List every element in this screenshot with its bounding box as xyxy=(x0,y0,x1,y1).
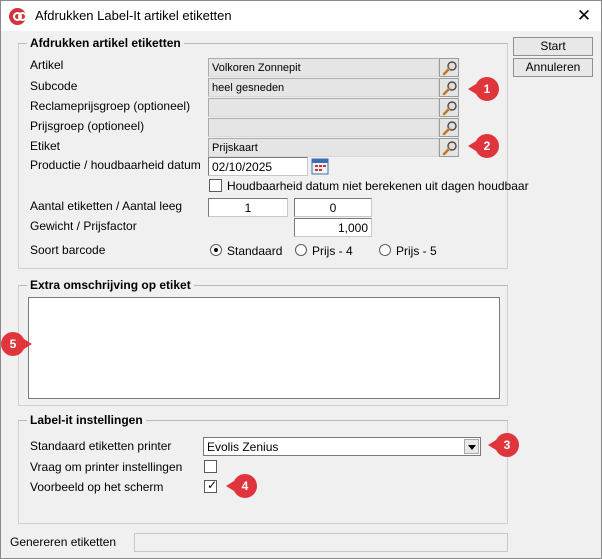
start-button[interactable]: Start xyxy=(513,37,593,56)
magnifier-icon xyxy=(442,101,457,116)
barcode-option-label: Prijs - 4 xyxy=(312,244,353,258)
subcode-label: Subcode xyxy=(30,79,78,93)
printer-select[interactable]: Evolis Zenius xyxy=(203,437,481,456)
printer-select-value: Evolis Zenius xyxy=(207,440,279,454)
houdbaarheid-checkbox-label: Houdbaarheid datum niet berekenen uit da… xyxy=(227,179,529,193)
callout-badge: 1 xyxy=(468,77,499,101)
calendar-icon xyxy=(311,158,329,175)
vraag-printer-checkbox[interactable] xyxy=(204,460,217,473)
productie-label: Productie / houdbaarheid datum xyxy=(30,158,201,172)
callout-badge: 5 xyxy=(1,332,32,356)
dialog-window: Afdrukken Label-It artikel etiketten ✕ S… xyxy=(0,0,602,559)
houdbaarheid-checkbox[interactable] xyxy=(209,179,222,192)
aantal-etiketten-input[interactable]: 1 xyxy=(208,198,288,217)
artikel-label: Artikel xyxy=(30,58,64,72)
subcode-lookup-button[interactable] xyxy=(439,78,459,97)
voorbeeld-checkbox[interactable]: ✓ xyxy=(204,478,218,493)
callout-badge: 3 xyxy=(488,433,519,457)
voorbeeld-label: Voorbeeld op het scherm xyxy=(30,480,164,494)
prijsgroep-field[interactable] xyxy=(208,118,439,137)
callout-badge: 4 xyxy=(226,474,257,498)
etiket-label: Etiket xyxy=(30,139,61,153)
aantal-leeg-input[interactable]: 0 xyxy=(294,198,372,217)
magnifier-icon xyxy=(442,81,457,96)
barcode-option-label: Prijs - 5 xyxy=(396,244,437,258)
etiket-lookup-button[interactable] xyxy=(439,138,459,157)
callout-badge: 2 xyxy=(468,134,499,158)
printer-label: Standaard etiketten printer xyxy=(30,439,172,453)
extra-description-group-title: Extra omschrijving op etiket xyxy=(27,278,194,292)
app-logo-icon xyxy=(9,8,27,25)
chevron-down-icon xyxy=(464,439,479,454)
aantal-label: Aantal etiketten / Aantal leeg xyxy=(30,199,183,213)
barcode-option-label: Standaard xyxy=(227,244,283,258)
reclame-label: Reclameprijsgroep (optioneel) xyxy=(30,99,191,113)
print-labels-group-title: Afdrukken artikel etiketten xyxy=(27,36,184,50)
label-it-settings-group-title: Label-it instellingen xyxy=(27,413,146,427)
title-bar: Afdrukken Label-It artikel etiketten ✕ xyxy=(1,1,601,31)
close-button[interactable]: ✕ xyxy=(569,4,599,28)
magnifier-icon xyxy=(442,141,457,156)
magnifier-icon xyxy=(442,121,457,136)
cancel-button[interactable]: Annuleren xyxy=(513,58,593,77)
subcode-field[interactable]: heel gesneden xyxy=(208,78,439,97)
prijsgroep-label: Prijsgroep (optioneel) xyxy=(30,119,145,133)
window-title: Afdrukken Label-It artikel etiketten xyxy=(35,8,232,23)
barcode-radio-standaard[interactable] xyxy=(210,244,222,256)
status-label: Genereren etiketten xyxy=(10,535,117,549)
barcode-radio-prijs5[interactable] xyxy=(379,244,391,256)
barcode-label: Soort barcode xyxy=(30,243,106,257)
extra-description-textarea[interactable] xyxy=(28,297,500,399)
prijsgroep-lookup-button[interactable] xyxy=(439,118,459,137)
calendar-button[interactable] xyxy=(311,157,329,175)
reclame-lookup-button[interactable] xyxy=(439,98,459,117)
status-progress xyxy=(134,533,508,552)
reclame-field[interactable] xyxy=(208,98,439,117)
artikel-field[interactable]: Volkoren Zonnepit xyxy=(208,58,439,77)
check-icon: ✓ xyxy=(207,478,218,492)
etiket-field[interactable]: Prijskaart xyxy=(208,138,439,157)
gewicht-input[interactable]: 1,000 xyxy=(294,218,372,237)
barcode-radio-prijs4[interactable] xyxy=(295,244,307,256)
productie-date-input[interactable]: 02/10/2025 xyxy=(208,157,308,176)
vraag-printer-label: Vraag om printer instellingen xyxy=(30,460,183,474)
magnifier-icon xyxy=(442,61,457,76)
artikel-lookup-button[interactable] xyxy=(439,58,459,77)
gewicht-label: Gewicht / Prijsfactor xyxy=(30,219,137,233)
